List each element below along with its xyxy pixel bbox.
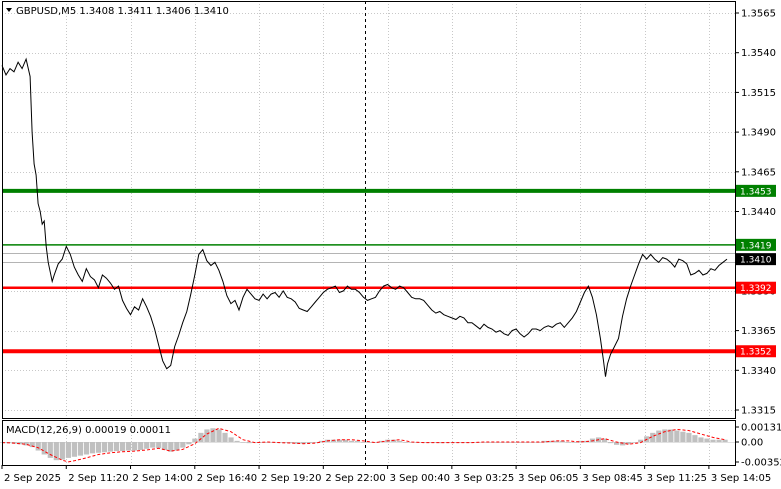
x-tick-label: 3 Sep 06:05	[518, 473, 578, 484]
x-tick-label: 2 Sep 16:40	[197, 473, 257, 484]
x-tick-label: 3 Sep 03:25	[454, 473, 514, 484]
macd-histogram-bar	[77, 442, 84, 456]
x-tick-label: 3 Sep 14:05	[711, 473, 771, 484]
macd-histogram-bar	[198, 432, 204, 442]
macd-histogram-bar	[240, 442, 246, 443]
y-tick-label: 1.3540	[741, 48, 776, 59]
macd-histogram-bar	[89, 442, 96, 454]
macd-histogram-bar	[710, 439, 716, 442]
macd-histogram-bar	[698, 437, 704, 442]
macd-histogram-bar	[354, 440, 361, 442]
macd-histogram-bar	[71, 442, 77, 457]
level-tag-label: 1.3392	[740, 284, 772, 294]
macd-histogram-bar	[246, 442, 252, 444]
y-tick-label: 1.3565	[741, 9, 776, 20]
macd-histogram-bar	[692, 435, 698, 442]
chart-header: GBPUSD,M5 1.3408 1.3411 1.3406 1.3410	[6, 6, 229, 17]
current-price-label: 1.3410	[740, 256, 772, 266]
macd-histogram-bar	[222, 432, 228, 442]
macd-histogram-bar	[156, 442, 162, 449]
macd-histogram-bar	[95, 442, 102, 453]
macd-histogram-bar	[192, 438, 198, 442]
macd-histogram-bar	[228, 437, 234, 442]
symbol-quote: GBPUSD,M5 1.3408 1.3411 1.3406 1.3410	[16, 6, 229, 17]
trading-chart[interactable]: MACD(12,26,9) 0.00019 0.00011 1.3565 1.35…	[0, 0, 781, 489]
macd-histogram-bar	[35, 442, 41, 451]
macd-histogram-bar	[138, 442, 144, 450]
x-tick-label: 2 Sep 19:20	[261, 473, 321, 484]
macd-histogram-bar	[565, 442, 572, 443]
macd-histogram-bar	[186, 442, 192, 445]
x-tick-label: 2 Sep 22:00	[325, 473, 385, 484]
y-tick-label: 1.3440	[741, 207, 776, 218]
y-tick-label: 1.3315	[741, 406, 776, 417]
macd-y-tick-label: -0.00352	[741, 458, 781, 469]
macd-histogram-bar	[589, 438, 596, 442]
macd-histogram-bar	[132, 442, 138, 451]
macd-histogram-bar	[403, 442, 409, 443]
macd-histogram-bar	[348, 440, 355, 442]
macd-histogram-bar	[83, 442, 90, 455]
y-tick-label: 1.3490	[741, 128, 776, 139]
macd-histogram-bar	[686, 432, 692, 442]
macd-y-tick-label: 0.00	[741, 438, 763, 449]
macd-histogram-bar	[234, 440, 240, 442]
macd-histogram-bar	[722, 439, 728, 442]
macd-histogram-bar	[180, 442, 186, 448]
macd-histogram-bar	[101, 442, 108, 453]
level-tag-label: 1.3419	[740, 241, 772, 251]
macd-histogram-bar	[216, 429, 222, 442]
macd-histogram-bar	[607, 442, 614, 444]
y-tick-label: 1.3465	[741, 167, 776, 178]
macd-histogram-bar	[107, 442, 114, 452]
level-tag-label: 1.3453	[740, 187, 772, 197]
y-tick-label: 1.3365	[741, 326, 776, 337]
macd-histogram-bar	[704, 438, 710, 442]
macd-histogram-bar	[397, 440, 403, 442]
macd-histogram-bar	[716, 439, 722, 442]
macd-histogram-bar	[162, 442, 168, 450]
x-tick-label: 3 Sep 08:45	[582, 473, 642, 484]
macd-histogram-bar	[174, 442, 180, 451]
macd-histogram-bar	[113, 442, 120, 452]
macd-histogram-bar	[674, 430, 680, 442]
macd-histogram-bar	[360, 442, 367, 443]
macd-y-tick-label: 0.00131	[741, 423, 781, 434]
macd-histogram-bar	[119, 442, 126, 452]
macd-histogram-bar	[59, 442, 65, 460]
x-tick-label: 2 Sep 11:20	[68, 473, 128, 484]
macd-histogram-bar	[150, 442, 156, 448]
y-tick-label: 1.3515	[741, 88, 776, 99]
y-tick-label: 1.3340	[741, 366, 776, 377]
x-tick-label: 3 Sep 00:40	[390, 473, 450, 484]
x-tick-label: 2 Sep 2025	[4, 473, 61, 484]
macd-histogram-bar	[656, 430, 662, 442]
macd-title: MACD(12,26,9) 0.00019 0.00011	[6, 425, 171, 436]
macd-histogram-bar	[632, 442, 638, 443]
macd-histogram-bar	[210, 428, 216, 442]
macd-histogram-bar	[65, 442, 71, 458]
x-tick-label: 3 Sep 11:25	[647, 473, 707, 484]
macd-histogram-bar	[680, 431, 686, 442]
macd-histogram-bar	[126, 442, 132, 451]
macd-histogram-bar	[144, 442, 150, 449]
level-tag-label: 1.3352	[740, 348, 772, 358]
x-tick-label: 2 Sep 14:00	[133, 473, 193, 484]
